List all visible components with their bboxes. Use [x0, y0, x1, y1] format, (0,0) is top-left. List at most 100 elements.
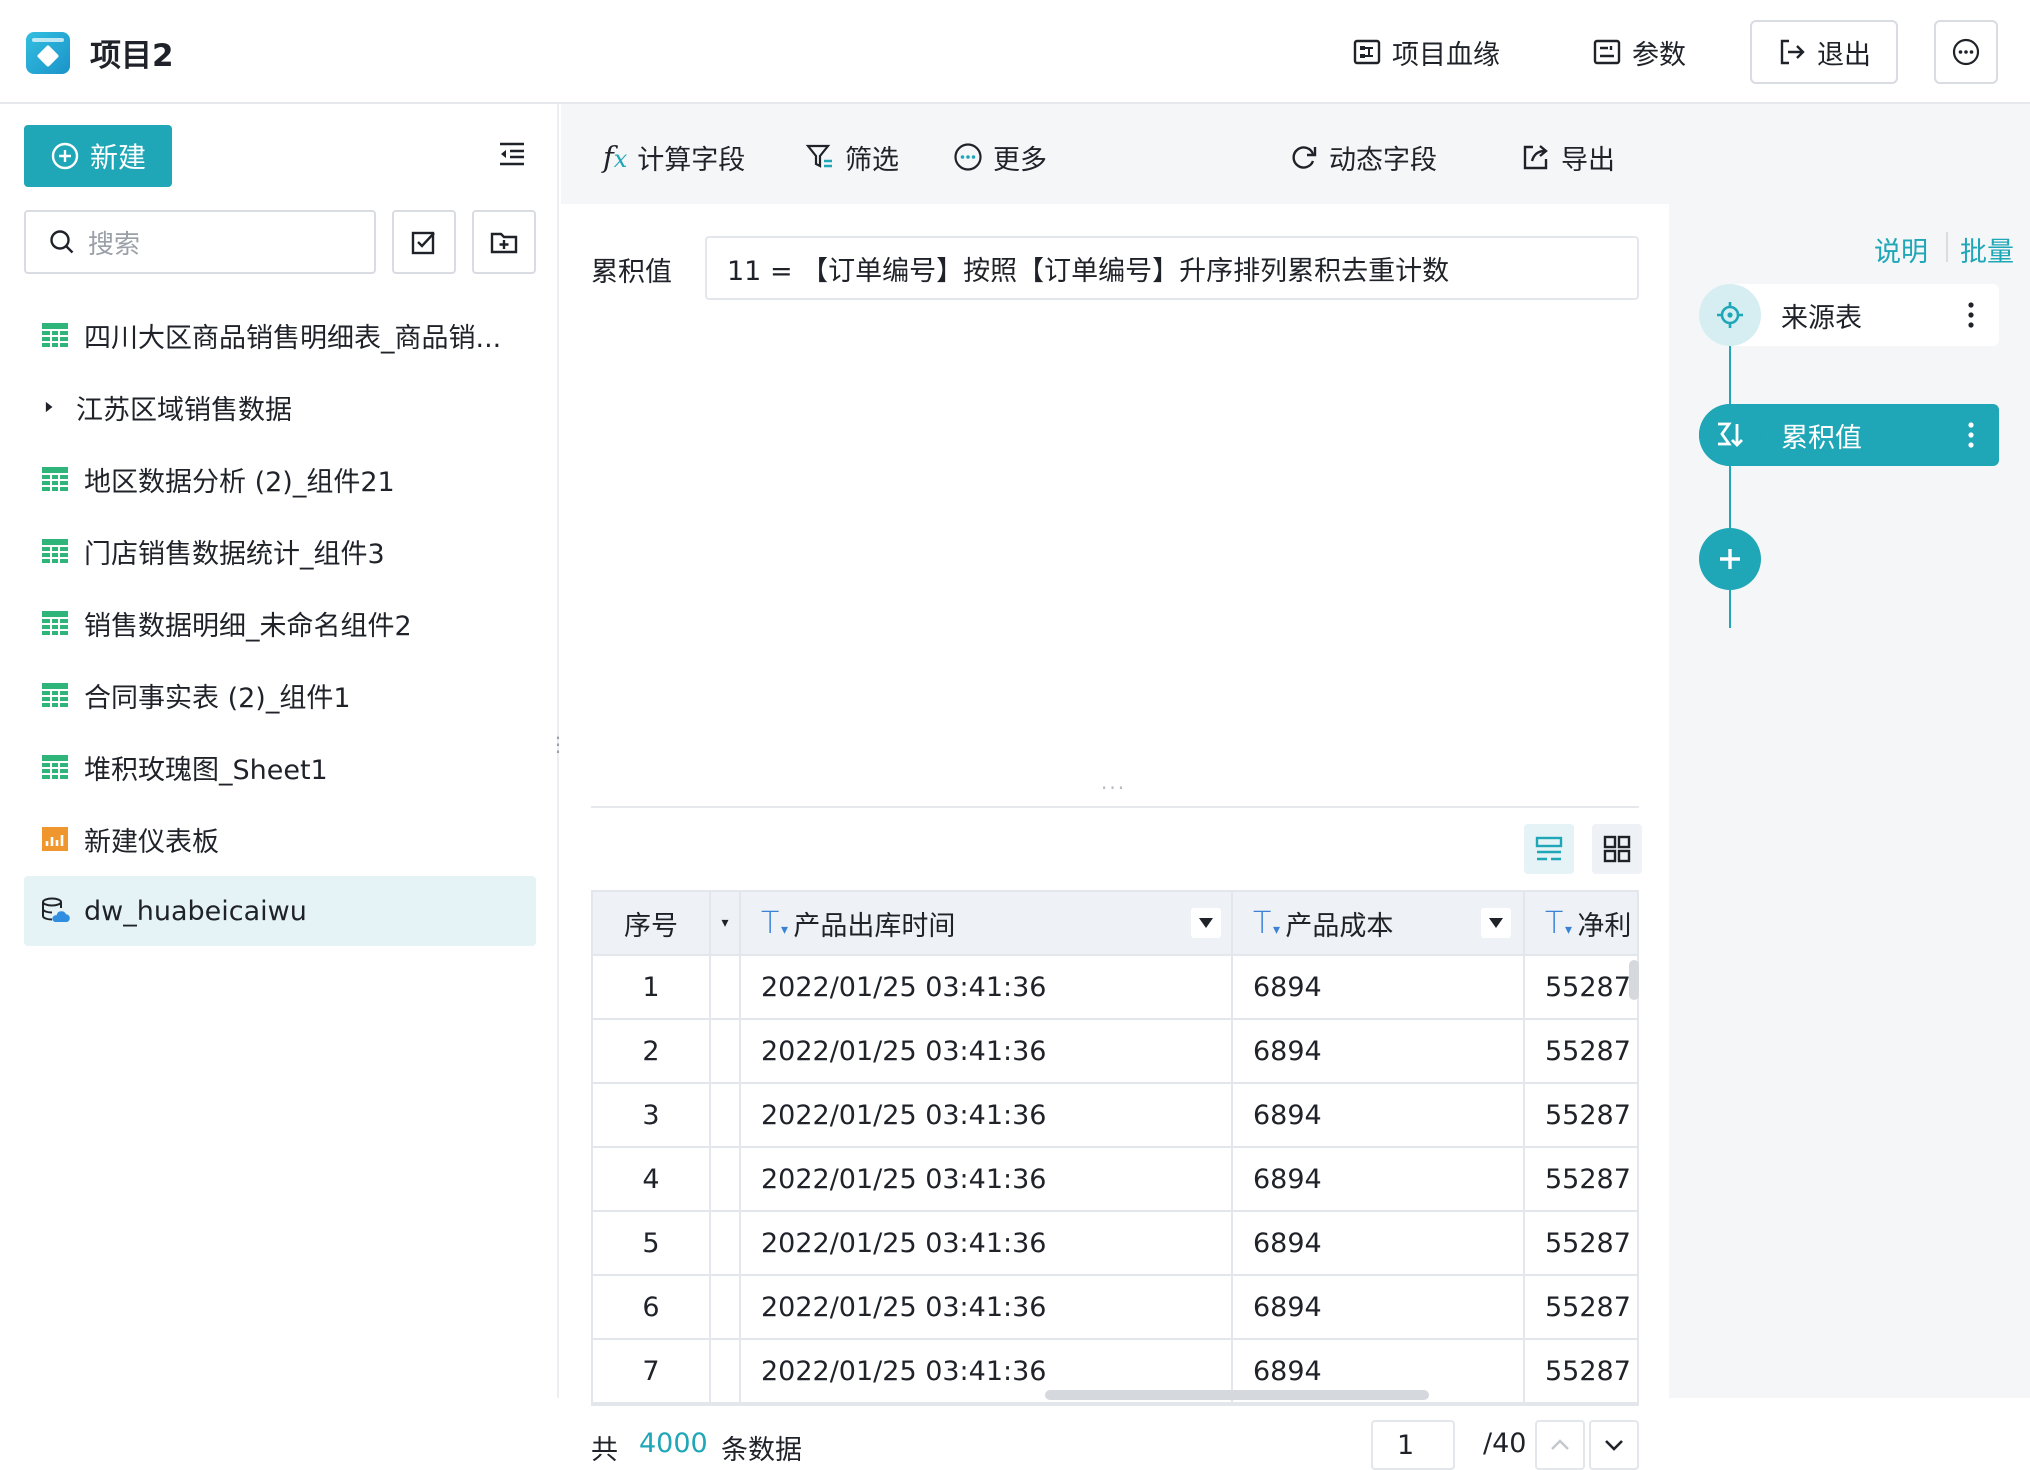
kebab-menu-icon[interactable]	[1967, 421, 1975, 449]
cell-spacer	[711, 956, 741, 1018]
table-row[interactable]: 5 2022/01/25 03:41:36 6894 55287	[593, 1212, 1637, 1276]
column-header-out-time[interactable]: T 产品出库时间	[741, 892, 1233, 954]
exit-button[interactable]: 退出	[1750, 20, 1898, 84]
table-icon	[42, 611, 68, 635]
project-title: 项目2	[90, 38, 174, 74]
export-label: 导出	[1561, 144, 1615, 176]
project-lineage-button[interactable]: 项目血缘	[1352, 30, 1500, 74]
cell-cost: 6894	[1233, 1212, 1525, 1274]
cell-spacer	[711, 1212, 741, 1274]
list-item[interactable]: 堆积玫瑰图_Sheet1	[24, 732, 536, 802]
footer-suffix: 条数据	[721, 1435, 802, 1466]
page-number-input[interactable]: 1	[1371, 1420, 1455, 1470]
list-view-button[interactable]	[1524, 824, 1574, 874]
cell-profit: 55287	[1525, 1020, 1637, 1082]
top-bar: 项目2 项目血缘 参数 退出	[0, 0, 2030, 104]
list-item[interactable]: dw_huabeicaiwu	[24, 876, 536, 946]
cell-index: 5	[593, 1212, 711, 1274]
list-item[interactable]: 江苏区域销售数据	[24, 372, 536, 442]
column-header-cost[interactable]: T 产品成本	[1233, 892, 1525, 954]
cell-profit: 55287	[1525, 1276, 1637, 1338]
column-header-label: 净利	[1577, 910, 1632, 942]
left-sidebar: 新建 搜索 四川大区商品销售明细表_商品销... 江苏区域销售数据 地区数据分析…	[0, 104, 568, 1398]
target-icon	[1699, 284, 1761, 346]
cumulative-icon	[1699, 404, 1761, 466]
column-dropdown-icon[interactable]	[1481, 908, 1511, 938]
cell-index: 6	[593, 1276, 711, 1338]
table-row[interactable]: 2 2022/01/25 03:41:36 6894 55287	[593, 1020, 1637, 1084]
more-dots-icon	[1952, 38, 1980, 66]
list-item[interactable]: 地区数据分析 (2)_组件21	[24, 444, 536, 514]
table-row[interactable]: 6 2022/01/25 03:41:36 6894 55287	[593, 1276, 1637, 1340]
step-source-table[interactable]: 来源表	[1699, 284, 1999, 346]
search-input[interactable]: 搜索	[24, 210, 376, 274]
cell-index: 1	[593, 956, 711, 1018]
new-button[interactable]: 新建	[24, 125, 172, 187]
export-button[interactable]: 导出	[1521, 137, 1615, 177]
cell-out-time: 2022/01/25 03:41:36	[741, 1212, 1233, 1274]
new-label: 新建	[89, 141, 146, 174]
more-button[interactable]: 更多	[953, 137, 1047, 177]
next-page-button[interactable]	[1589, 1420, 1639, 1470]
more-dots-icon	[954, 143, 982, 171]
cell-spacer	[711, 1276, 741, 1338]
resize-grip[interactable]: ···	[1101, 776, 1126, 800]
cell-index: 7	[593, 1340, 711, 1402]
column-header-profit[interactable]: T 净利	[1525, 892, 1637, 954]
list-item[interactable]: 合同事实表 (2)_组件1	[24, 660, 536, 730]
cell-index: 3	[593, 1084, 711, 1146]
list-item-label: 门店销售数据统计_组件3	[84, 538, 385, 570]
prev-page-button[interactable]	[1535, 1420, 1585, 1470]
params-button[interactable]: 参数	[1592, 30, 1686, 74]
cell-spacer	[711, 1340, 741, 1402]
column-dropdown-icon[interactable]	[1191, 908, 1221, 938]
list-item[interactable]: 新建仪表板	[24, 804, 536, 874]
new-folder-button[interactable]	[472, 210, 536, 274]
export-icon	[1523, 145, 1548, 170]
list-item[interactable]: 四川大区商品销售明细表_商品销...	[24, 300, 536, 370]
cell-spacer	[711, 1084, 741, 1146]
cell-profit: 55287	[1525, 1212, 1637, 1274]
batch-select-button[interactable]	[392, 210, 456, 274]
dynamic-field-button[interactable]: 动态字段	[1289, 137, 1437, 177]
horizontal-scrollbar[interactable]	[1045, 1390, 1429, 1400]
batch-link[interactable]: 批量	[1960, 230, 2014, 269]
indent-icon	[500, 142, 524, 166]
text-type-icon: T	[761, 906, 789, 941]
cell-spacer	[711, 1148, 741, 1210]
chevron-down-icon	[1605, 1440, 1623, 1451]
cell-index: 4	[593, 1148, 711, 1210]
divider	[591, 806, 1639, 808]
chevron-up-icon	[1551, 1439, 1569, 1450]
table-icon	[42, 683, 68, 707]
table-row[interactable]: 4 2022/01/25 03:41:36 6894 55287	[593, 1148, 1637, 1212]
link-divider	[1946, 232, 1948, 262]
lineage-icon	[1353, 39, 1381, 65]
filter-button[interactable]: 筛选	[805, 137, 899, 177]
cell-out-time: 2022/01/25 03:41:36	[741, 956, 1233, 1018]
step-cumulative-value[interactable]: 累积值	[1699, 404, 1999, 466]
explain-link[interactable]: 说明	[1874, 230, 1928, 269]
kebab-menu-icon[interactable]	[1967, 301, 1975, 329]
grid-view-button[interactable]	[1592, 824, 1642, 874]
formula-field[interactable]: 11 = 【订单编号】按照【订单编号】升序排列累积去重计数	[705, 236, 1639, 300]
add-step-button[interactable]	[1699, 528, 1761, 590]
vertical-scrollbar[interactable]	[1629, 960, 1639, 1000]
cell-out-time: 2022/01/25 03:41:36	[741, 1084, 1233, 1146]
cell-profit: 55287	[1525, 1084, 1637, 1146]
column-header-label: 产品成本	[1285, 910, 1394, 942]
cell-cost: 6894	[1233, 1276, 1525, 1338]
step-label: 来源表	[1781, 302, 1862, 334]
table-header-row: 序号 ▾ T 产品出库时间 T 产品成本 T 净利	[593, 892, 1637, 956]
table-row[interactable]: 3 2022/01/25 03:41:36 6894 55287	[593, 1084, 1637, 1148]
list-item[interactable]: 门店销售数据统计_组件3	[24, 516, 536, 586]
column-menu-icon[interactable]: ▾	[711, 892, 741, 954]
params-icon	[1593, 39, 1621, 65]
table-row[interactable]: 1 2022/01/25 03:41:36 6894 55287	[593, 956, 1637, 1020]
calc-field-button[interactable]: fx 计算字段	[603, 137, 745, 177]
collapse-sidebar-button[interactable]	[496, 138, 528, 174]
more-menu-button[interactable]	[1934, 20, 1998, 84]
list-item[interactable]: 销售数据明细_未命名组件2	[24, 588, 536, 658]
search-icon	[50, 230, 74, 254]
cell-out-time: 2022/01/25 03:41:36	[741, 1020, 1233, 1082]
